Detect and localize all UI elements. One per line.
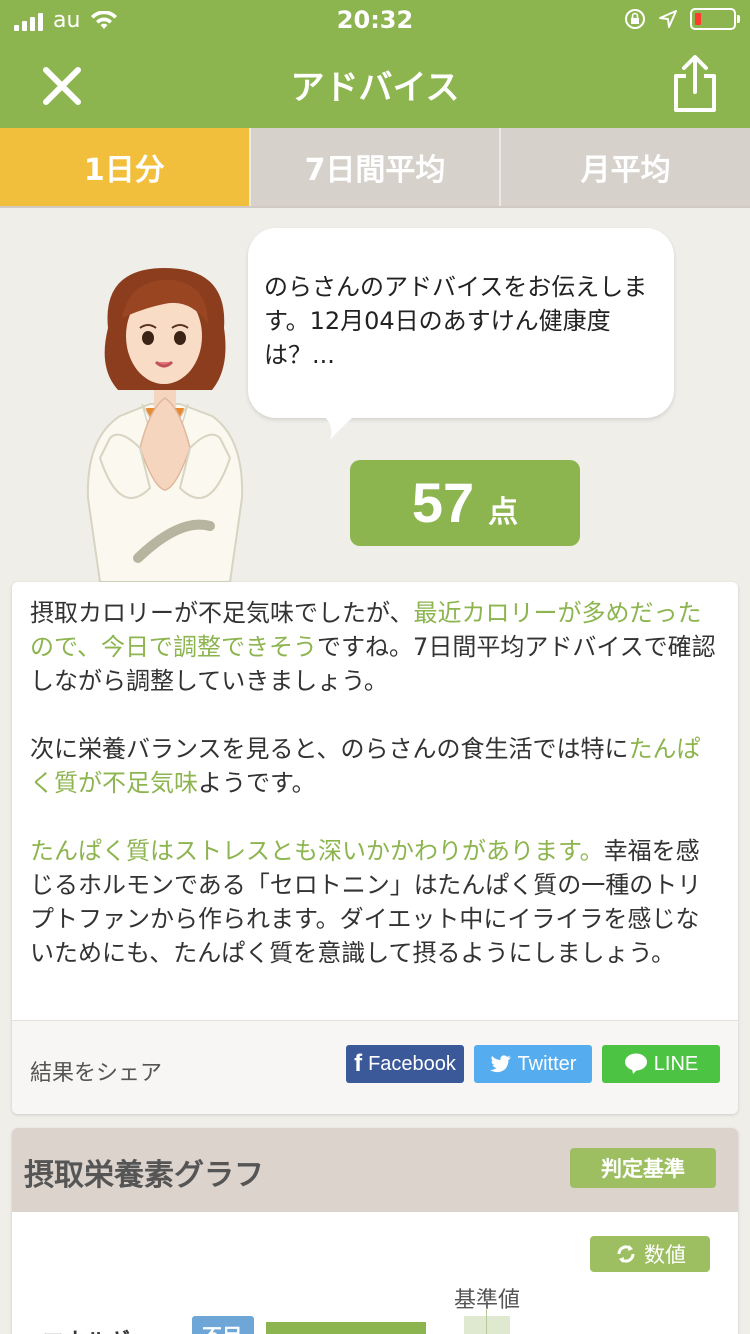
advice-text-segment: ようです。 <box>198 769 316 797</box>
bubble-tail <box>316 410 362 440</box>
orientation-lock-icon <box>625 9 645 29</box>
tab-seven-day-average[interactable]: 7日間平均 <box>248 128 500 206</box>
score-badge: 57 点 <box>350 460 580 546</box>
refresh-icon <box>617 1245 635 1263</box>
values-toggle-button[interactable]: 数値 <box>590 1236 710 1272</box>
score-unit: 点 <box>488 495 519 530</box>
advisor-illustration <box>86 268 244 582</box>
advice-text-segment: 摂取カロリーが不足気味でしたが、 <box>30 599 414 627</box>
criteria-button[interactable]: 判定基準 <box>570 1148 716 1188</box>
twitter-label: Twitter <box>517 1052 577 1075</box>
share-icon <box>674 55 716 112</box>
tab-one-day[interactable]: 1日分 <box>0 128 249 206</box>
status-bar: au 20:32 <box>0 0 750 40</box>
advice-paragraph-2: 次に栄養バランスを見ると、のらさんの食生活では特にたんぱく質が不足気味ようです。 <box>30 732 720 800</box>
nutrient-row-label: エネルギー <box>42 1324 152 1334</box>
share-label: 結果をシェア <box>30 1061 163 1086</box>
nav-bar: アドバイス <box>0 40 750 128</box>
twitter-bird-icon <box>489 1055 511 1073</box>
facebook-icon: f <box>354 1050 363 1077</box>
advice-paragraph-3: たんぱく質はストレスとも深いかかわりがあります。幸福を感じるホルモンである「セロ… <box>30 834 720 970</box>
values-button-label: 数値 <box>644 1243 686 1267</box>
facebook-label: Facebook <box>368 1052 456 1075</box>
advice-card: 摂取カロリーが不足気味でしたが、最近カロリーが多めだったので、今日で調整できそう… <box>12 582 738 1114</box>
bubble-text: のらさんのアドバイスをお伝えします。12月04日のあすけん健康度は？... <box>264 273 648 369</box>
tab-monthly-average[interactable]: 月平均 <box>499 128 750 206</box>
share-row: 結果をシェア f Facebook Twitter LINE <box>12 1020 738 1114</box>
shortage-badge: 不足 <box>192 1316 254 1334</box>
base-value-line <box>486 1308 487 1334</box>
page-title: アドバイス <box>290 68 460 108</box>
base-value-range <box>464 1316 510 1334</box>
graph-header: 摂取栄養素グラフ 判定基準 <box>12 1128 738 1212</box>
twitter-share-button[interactable]: Twitter <box>474 1045 592 1083</box>
advice-highlight: たんぱく質はストレスとも深いかかわりがあります。 <box>30 837 604 865</box>
line-chat-icon <box>624 1053 647 1074</box>
nutrient-bar <box>266 1322 426 1334</box>
location-icon <box>659 10 677 28</box>
status-right <box>624 8 740 30</box>
line-label: LINE <box>653 1052 699 1075</box>
base-value-label: 基準値 <box>454 1288 521 1313</box>
advice-text-segment: 次に栄養バランスを見ると、のらさんの食生活では特に <box>30 735 629 763</box>
advice-paragraph-1: 摂取カロリーが不足気味でしたが、最近カロリーが多めだったので、今日で調整できそう… <box>30 596 720 698</box>
advice-speech-bubble: のらさんのアドバイスをお伝えします。12月04日のあすけん健康度は？... <box>248 228 674 418</box>
facebook-share-button[interactable]: f Facebook <box>346 1045 464 1083</box>
period-tabs: 1日分 7日間平均 月平均 <box>0 128 750 208</box>
advice-text: 摂取カロリーが不足気味でしたが、最近カロリーが多めだったので、今日で調整できそう… <box>12 582 738 970</box>
nutrient-graph-card: 摂取栄養素グラフ 判定基準 数値 基準値 エネルギー 不足 <box>12 1128 738 1334</box>
battery-icon <box>690 8 740 30</box>
score-value: 57 <box>411 471 475 534</box>
graph-title: 摂取栄養素グラフ <box>24 1158 264 1193</box>
line-share-button[interactable]: LINE <box>602 1045 720 1083</box>
share-button[interactable] <box>670 54 720 114</box>
